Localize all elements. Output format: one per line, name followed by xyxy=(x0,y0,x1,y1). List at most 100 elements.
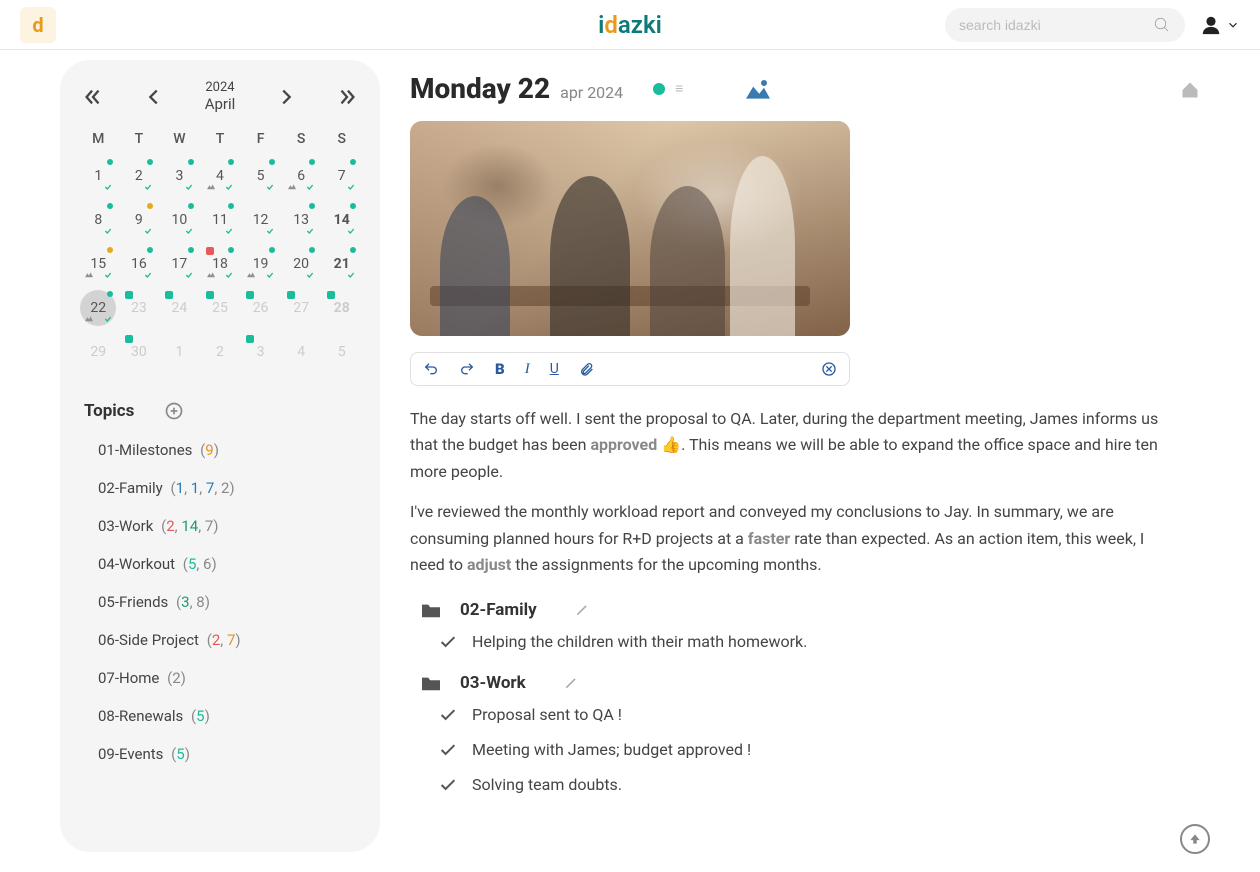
search-input[interactable] xyxy=(959,17,1153,33)
calendar-day: 27 xyxy=(281,289,322,327)
calendar-day: 2 xyxy=(200,333,241,371)
calendar-day[interactable]: 21 xyxy=(321,245,362,283)
status-lines-icon: ≡ xyxy=(675,80,683,97)
calendar-day[interactable]: 3 xyxy=(159,157,200,195)
topics-title: Topics xyxy=(84,401,134,421)
topic-item[interactable]: 09-Events (5) xyxy=(98,745,362,763)
next-month-button[interactable] xyxy=(275,86,297,108)
calendar-day[interactable]: 20 xyxy=(281,245,322,283)
calendar-dow: W xyxy=(159,127,200,151)
search-icon xyxy=(1153,16,1171,34)
check-icon xyxy=(440,778,456,792)
calendar-day[interactable]: 11 xyxy=(200,201,241,239)
calendar-day: 30 xyxy=(119,333,160,371)
folder-icon xyxy=(420,674,442,692)
task-item[interactable]: Helping the children with their math hom… xyxy=(440,632,1170,651)
entry-topic-section: 02-Family Helping the children with their… xyxy=(410,600,1170,651)
prev-month-button[interactable] xyxy=(143,86,165,108)
calendar-dow: F xyxy=(240,127,281,151)
task-item[interactable]: Solving team doubts. xyxy=(440,775,1170,794)
underline-button[interactable]: U xyxy=(550,361,559,377)
calendar-day[interactable]: 18 xyxy=(200,245,241,283)
calendar-day: 23 xyxy=(119,289,160,327)
calendar-day[interactable]: 19 xyxy=(240,245,281,283)
calendar-day[interactable]: 15 xyxy=(78,245,119,283)
folder-icon xyxy=(420,601,442,619)
image-icon[interactable] xyxy=(743,77,773,101)
calendar-day: 26 xyxy=(240,289,281,327)
calendar-dow: S xyxy=(321,127,362,151)
italic-button[interactable]: I xyxy=(525,361,530,378)
scroll-top-button[interactable] xyxy=(1180,824,1210,854)
calendar-day[interactable]: 1 xyxy=(78,157,119,195)
calendar-day: 5 xyxy=(321,333,362,371)
topic-item[interactable]: 02-Family (1, 1, 7, 2) xyxy=(98,479,362,497)
topic-section-title: 03-Work xyxy=(460,673,526,693)
topic-item[interactable]: 03-Work (2, 14, 7) xyxy=(98,517,362,535)
calendar-day: 28 xyxy=(321,289,362,327)
task-item[interactable]: Proposal sent to QA ! xyxy=(440,705,1170,724)
sidebar: 2024 April MTWTFSS1234567891011121314151… xyxy=(60,60,380,852)
calendar-day[interactable]: 10 xyxy=(159,201,200,239)
entry-image xyxy=(410,121,850,336)
topic-item[interactable]: 04-Workout (5, 6) xyxy=(98,555,362,573)
topic-item[interactable]: 01-Milestones (9) xyxy=(98,441,362,459)
entry-main: Monday 22 apr 2024 ≡ B I U The day start… xyxy=(410,60,1220,852)
chevron-down-icon xyxy=(1226,18,1240,32)
calendar-day[interactable]: 8 xyxy=(78,201,119,239)
brand-logo: idazki xyxy=(598,11,662,39)
calendar-day: 29 xyxy=(78,333,119,371)
calendar-dow: T xyxy=(200,127,241,151)
calendar-day[interactable]: 16 xyxy=(119,245,160,283)
task-item[interactable]: Meeting with James; budget approved ! xyxy=(440,740,1170,759)
calendar-day: 1 xyxy=(159,333,200,371)
calendar-day[interactable]: 12 xyxy=(240,201,281,239)
pencil-icon[interactable] xyxy=(564,676,578,690)
close-toolbar-button[interactable] xyxy=(821,361,837,377)
undo-button[interactable] xyxy=(423,361,439,377)
topic-item[interactable]: 07-Home (2) xyxy=(98,669,362,687)
calendar-day[interactable]: 4 xyxy=(200,157,241,195)
calendar-day[interactable]: 17 xyxy=(159,245,200,283)
calendar-day[interactable]: 5 xyxy=(240,157,281,195)
calendar-day[interactable]: 2 xyxy=(119,157,160,195)
status-dot-icon xyxy=(653,83,665,95)
calendar-day: 3 xyxy=(240,333,281,371)
home-button[interactable] xyxy=(1180,80,1200,100)
user-menu[interactable] xyxy=(1200,14,1240,36)
pencil-icon[interactable] xyxy=(575,603,589,617)
app-tab-icon: d xyxy=(32,13,43,37)
arrow-up-icon xyxy=(1188,832,1202,846)
calendar-grid: MTWTFSS123456789101112131415161718192021… xyxy=(78,127,362,371)
attachment-button[interactable] xyxy=(579,361,595,377)
topic-item[interactable]: 06-Side Project (2, 7) xyxy=(98,631,362,649)
entry-subtitle: apr 2024 xyxy=(560,83,623,102)
app-tab[interactable]: d xyxy=(20,7,56,43)
calendar-title: 2024 April xyxy=(205,80,236,113)
search-box[interactable] xyxy=(945,8,1185,42)
calendar-day[interactable]: 6 xyxy=(281,157,322,195)
entry-body[interactable]: The day starts off well. I sent the prop… xyxy=(410,406,1170,578)
calendar-day: 24 xyxy=(159,289,200,327)
add-topic-button[interactable] xyxy=(164,401,184,421)
user-icon xyxy=(1200,14,1222,36)
calendar-day[interactable]: 14 xyxy=(321,201,362,239)
entry-topic-section: 03-Work Proposal sent to QA ! Meeting with… xyxy=(410,673,1170,794)
editor-toolbar: B I U xyxy=(410,352,850,386)
calendar-day[interactable]: 9 xyxy=(119,201,160,239)
calendar-day[interactable]: 7 xyxy=(321,157,362,195)
topic-section-title: 02-Family xyxy=(460,600,537,620)
calendar-day[interactable]: 13 xyxy=(281,201,322,239)
entry-title: Monday 22 xyxy=(410,72,550,105)
topic-item[interactable]: 08-Renewals (5) xyxy=(98,707,362,725)
calendar-dow: S xyxy=(281,127,322,151)
redo-button[interactable] xyxy=(459,361,475,377)
calendar-day[interactable]: 22 xyxy=(78,289,119,327)
check-icon xyxy=(440,708,456,722)
calendar-day: 25 xyxy=(200,289,241,327)
calendar-dow: T xyxy=(119,127,160,151)
bold-button[interactable]: B xyxy=(495,360,505,378)
topic-item[interactable]: 05-Friends (3, 8) xyxy=(98,593,362,611)
next-year-button[interactable] xyxy=(336,86,358,108)
prev-year-button[interactable] xyxy=(82,86,104,108)
